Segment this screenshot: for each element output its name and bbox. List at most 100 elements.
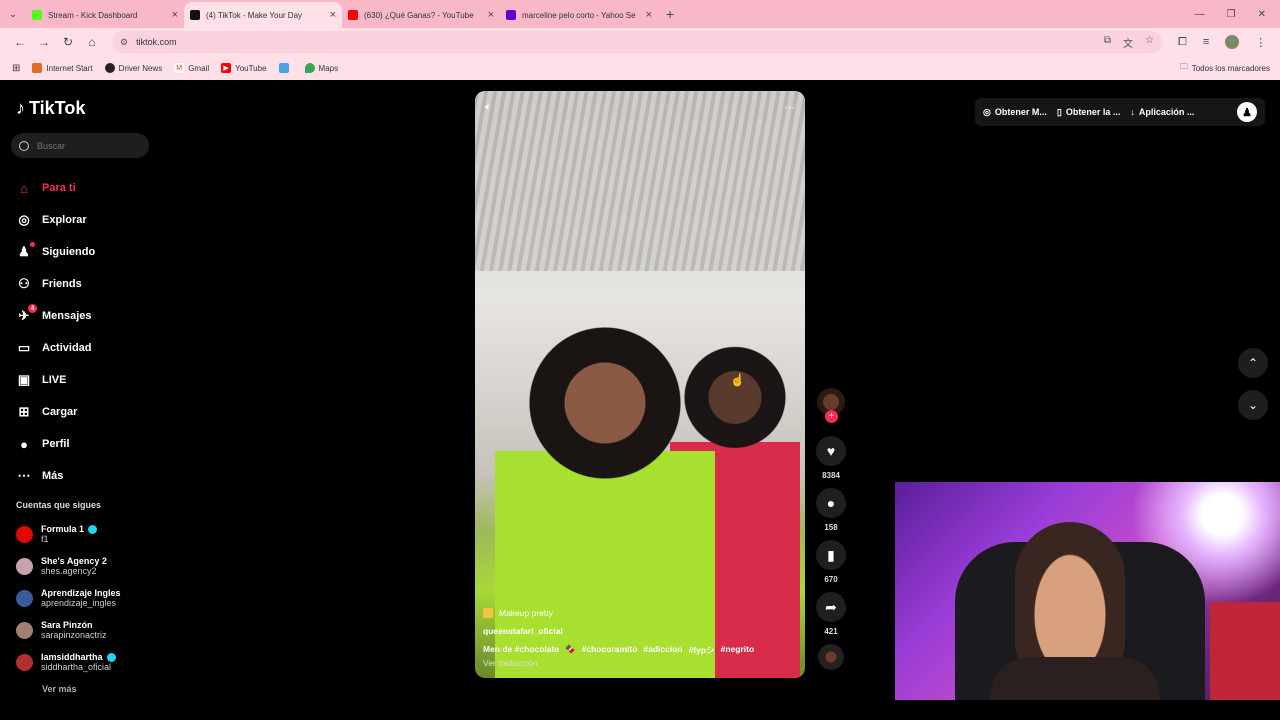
sidebar-item-siguiendo[interactable]: ♟ Siguiendo	[16, 236, 95, 268]
search-input[interactable]	[37, 140, 137, 151]
back-icon[interactable]: ←	[8, 35, 32, 49]
hashtag[interactable]: #negrito	[721, 644, 755, 656]
sidebar-item-perfil[interactable]: ● Perfil	[16, 428, 95, 460]
search-box[interactable]	[11, 133, 149, 158]
minimize-icon[interactable]: —	[1195, 9, 1205, 20]
next-video-button[interactable]: ⌄	[1238, 390, 1268, 420]
sidebar-item-explorar[interactable]: ◎ Explorar	[16, 204, 95, 236]
media-icon[interactable]: ≡	[1203, 36, 1209, 48]
volume-icon[interactable]: 🔈︎	[485, 101, 492, 114]
browser-profile-avatar[interactable]	[1225, 35, 1240, 49]
browser-tab[interactable]: Stream - Kick Dashboard ×	[26, 2, 184, 28]
heart-icon[interactable]: ♥	[816, 436, 846, 466]
followed-account[interactable]: Sara Pinzón sarapinzonactriz	[16, 614, 121, 646]
bookmark-extension[interactable]	[278, 63, 293, 73]
sidebar-item-más[interactable]: ⋯ Más	[16, 460, 95, 492]
hashtag[interactable]: #chocoramito	[582, 644, 638, 656]
sidebar-item-mensajes[interactable]: ✈ 4 Mensajes	[16, 300, 95, 332]
bookmark-gmail[interactable]: M Gmail	[174, 63, 209, 73]
close-tab-icon[interactable]: ×	[646, 9, 652, 21]
logo-text: TikTok	[29, 98, 86, 118]
bookmark-youtube[interactable]: ▶ YouTube	[221, 63, 267, 73]
hashtag[interactable]: Men de #chocolate	[483, 644, 559, 656]
sidebar-item-label: Para ti	[42, 182, 76, 194]
see-translation-link[interactable]: Ver traducción	[483, 658, 799, 668]
bookmark-internet-start[interactable]: Internet Start	[32, 63, 93, 73]
puzzle-icon	[278, 63, 289, 73]
get-coins-label: Obtener M...	[994, 107, 1047, 117]
url-bar[interactable]: ⚙ tiktok.com ⧉ 文 ☆	[112, 31, 1162, 53]
get-coins-button[interactable]: ◎ Obtener M...	[983, 107, 1047, 118]
bookmark-star-icon[interactable]: ☆	[1145, 35, 1154, 50]
hashtag[interactable]: #fypシ	[689, 644, 715, 656]
video-more-icon[interactable]: ⋯	[784, 101, 795, 114]
close-tab-icon[interactable]: ×	[488, 9, 494, 21]
bookmark-label: Internet Start	[46, 63, 93, 73]
browser-tab[interactable]: (630) ¿Qué Ganas? - YouTube ×	[342, 2, 500, 28]
see-more-link[interactable]: Ver más	[42, 684, 77, 694]
browser-menu-icon[interactable]: ⋮	[1255, 36, 1266, 49]
bookmark-maps[interactable]: Maps	[304, 63, 338, 73]
extensions-icon[interactable]: ⧠	[1178, 36, 1187, 49]
share-icon[interactable]: ➦	[816, 592, 846, 622]
followed-account[interactable]: She's Agency 2 shes.agency2	[16, 550, 121, 582]
get-app-button[interactable]: ▯ Obtener la ...	[1057, 107, 1120, 118]
all-bookmarks-folder[interactable]: 🗀 Todos los marcadores	[1180, 61, 1280, 75]
phone-icon: ▯	[1056, 106, 1062, 117]
bookmark-driver-news[interactable]: Driver News	[104, 63, 162, 73]
home-icon[interactable]: ⌂	[80, 35, 104, 49]
effect-tag[interactable]: Makeup pretty	[483, 608, 799, 618]
home-icon: ⌂	[20, 180, 28, 196]
internet-start-icon	[32, 63, 43, 73]
tiktok-logo[interactable]: ♪ TikTok	[16, 98, 85, 119]
close-tab-icon[interactable]: ×	[172, 9, 178, 21]
reload-icon[interactable]: ↻	[56, 35, 80, 49]
new-tab-button[interactable]: +	[666, 6, 674, 22]
tab-search-icon[interactable]: ⌄	[0, 0, 26, 28]
tab-favicon-icon	[190, 10, 200, 20]
comment-icon[interactable]: ●	[816, 488, 846, 518]
translate-icon[interactable]: 文	[1123, 35, 1133, 50]
apps-icon[interactable]: ⊞	[12, 63, 20, 74]
close-tab-icon[interactable]: ×	[330, 9, 336, 21]
followed-account[interactable]: Aprendizaje Ingles aprendizaje_ingles	[16, 582, 121, 614]
save-action[interactable]: ▮ 670	[816, 540, 846, 584]
video-author[interactable]: queenstafari_oficial	[483, 626, 799, 636]
sidebar-item-para-ti[interactable]: ⌂ Para ti	[16, 172, 95, 204]
site-info-icon[interactable]: ⚙	[120, 37, 128, 48]
sidebar-item-actividad[interactable]: ▭ Actividad	[16, 332, 95, 364]
tab-title: (4) TikTok - Make Your Day	[206, 10, 303, 20]
message-badge: 4	[28, 304, 37, 313]
video-player[interactable]: 🔈︎ ⋯ Makeup pretty queenstafari_oficial …	[475, 91, 805, 678]
forward-icon[interactable]: →	[32, 35, 56, 49]
sidebar-item-cargar[interactable]: ⊞ Cargar	[16, 396, 95, 428]
followed-account[interactable]: Formula 1 f1	[16, 518, 121, 550]
download-app-button[interactable]: ↓ Aplicación ...	[1130, 107, 1194, 117]
bookmark-icon[interactable]: ▮	[816, 540, 846, 570]
comment-action[interactable]: ● 158	[816, 488, 846, 532]
follow-plus-icon[interactable]: +	[825, 410, 838, 423]
profile-avatar-icon[interactable]: ♟	[1237, 102, 1257, 122]
close-window-icon[interactable]: ✕	[1258, 9, 1266, 20]
browser-tab[interactable]: marceline pelo corto - Yahoo Se ×	[500, 2, 658, 28]
followed-account[interactable]: Iamsiddhartha siddhartha_oficial	[16, 646, 121, 678]
tab-favicon-icon	[348, 10, 358, 20]
sidebar-item-friends[interactable]: ⚇ Friends	[16, 268, 95, 300]
bookmark-label: YouTube	[235, 63, 267, 73]
hashtag[interactable]: 🍫	[565, 644, 576, 656]
like-count: 8384	[822, 471, 840, 480]
like-action[interactable]: ♥ 8384	[816, 436, 846, 480]
install-icon[interactable]: ⧉	[1104, 35, 1111, 50]
browser-tab[interactable]: (4) TikTok - Make Your Day ×	[184, 2, 342, 28]
music-disc-icon[interactable]	[818, 644, 844, 670]
sidebar-item-live[interactable]: ▣ LIVE	[16, 364, 95, 396]
share-action[interactable]: ➦ 421	[816, 592, 846, 636]
hashtag[interactable]: #adiccion	[643, 644, 682, 656]
video-actions: + ♥ 8384 ● 158 ▮ 670 ➦ 421	[815, 388, 847, 670]
following-accounts-title: Cuentas que sigues	[16, 500, 102, 510]
author-avatar[interactable]: +	[817, 388, 845, 423]
webcam-overlay	[895, 482, 1280, 700]
maximize-icon[interactable]: ❐	[1227, 9, 1236, 20]
previous-video-button[interactable]: ⌃	[1238, 348, 1268, 378]
folder-label: Todos los marcadores	[1191, 63, 1270, 73]
